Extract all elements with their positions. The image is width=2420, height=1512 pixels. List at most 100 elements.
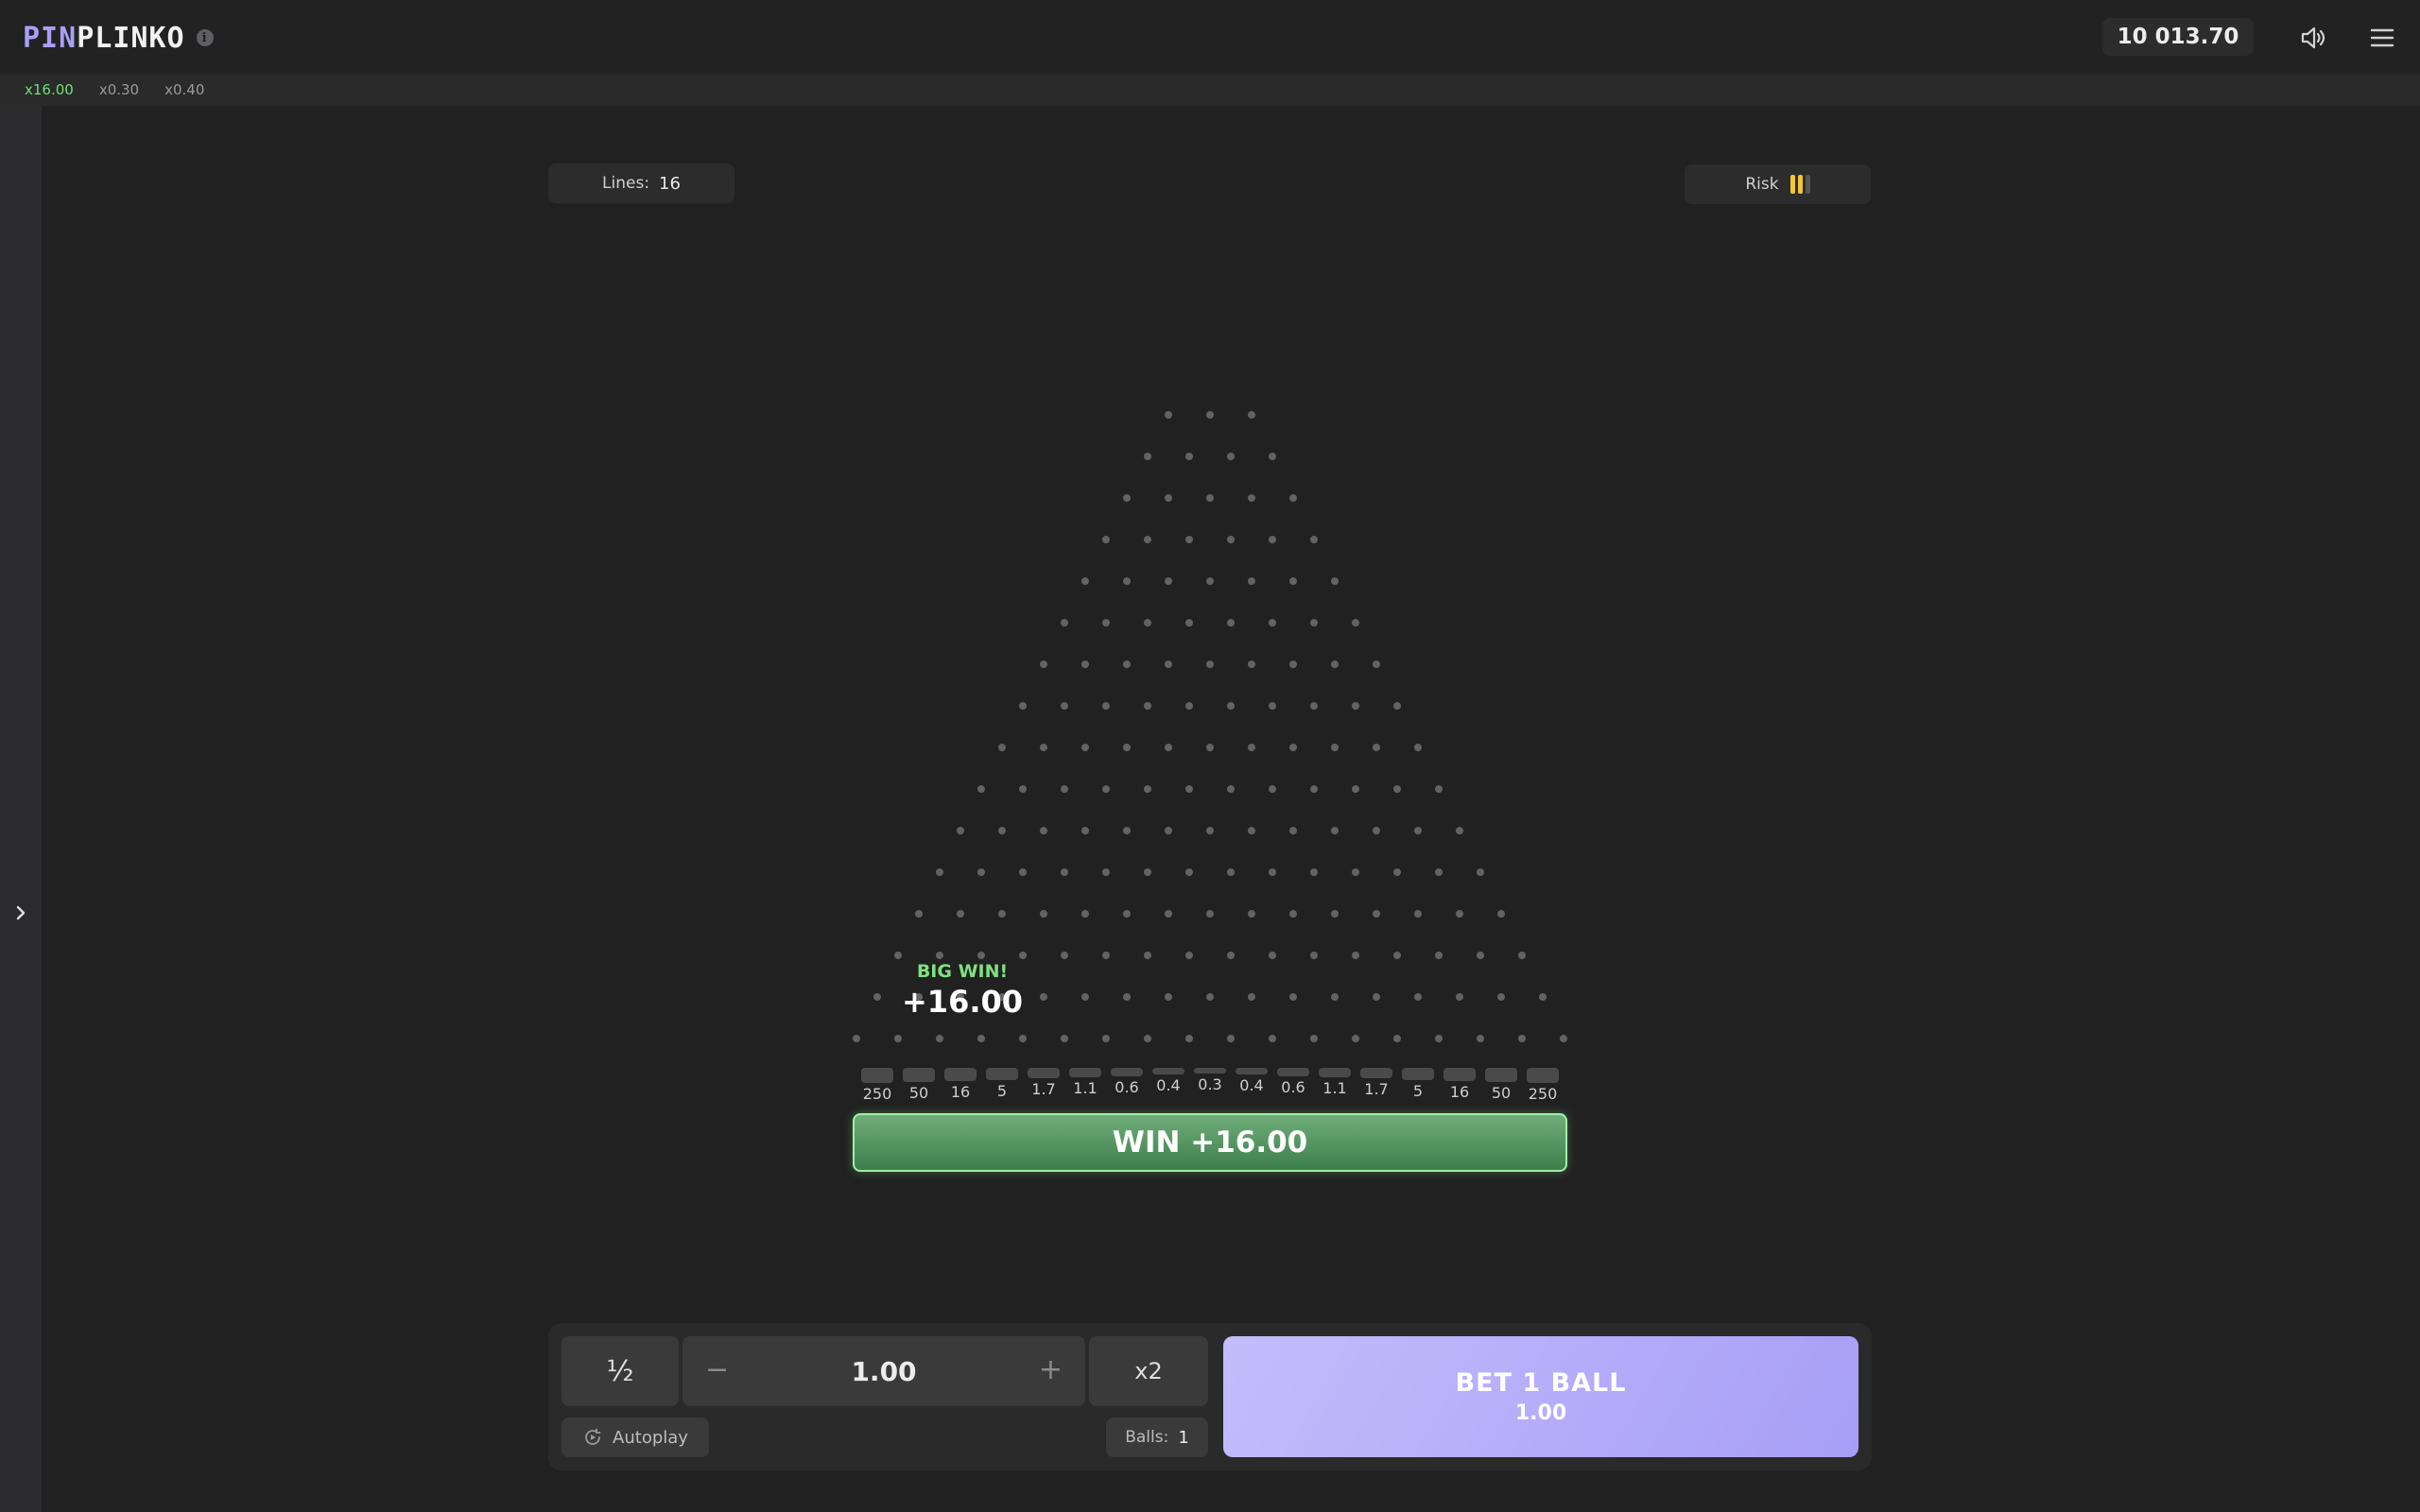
peg — [1019, 868, 1027, 876]
peg — [1477, 952, 1484, 959]
peg — [1539, 993, 1547, 1001]
logo-plinko-text: PLINKO — [77, 21, 185, 55]
peg — [1393, 702, 1401, 710]
peg — [1289, 910, 1297, 918]
peg — [1144, 868, 1151, 876]
multiplier-label: 0.3 — [1198, 1075, 1222, 1093]
bet-panel: ½ − 1.00 + x2 Autoplay Balls: 1 BET 1 BA… — [548, 1323, 1872, 1470]
peg — [1310, 619, 1318, 627]
peg — [1185, 952, 1193, 959]
multiplier-bucket — [986, 1068, 1018, 1080]
multiplier-bucket — [1194, 1068, 1226, 1074]
info-icon[interactable]: i — [196, 29, 214, 46]
sidebar-toggle-button[interactable] — [8, 900, 34, 926]
peg — [936, 868, 943, 876]
top-header: PIN PLINKO i 10 013.70 — [0, 0, 2420, 74]
peg — [1102, 536, 1110, 543]
peg — [1414, 993, 1422, 1001]
peg — [1227, 453, 1235, 460]
multiplier-bucket — [1319, 1068, 1351, 1077]
peg — [1102, 785, 1110, 793]
peg — [1081, 993, 1089, 1001]
peg — [936, 1035, 943, 1042]
peg — [1352, 1035, 1359, 1042]
peg — [1040, 910, 1047, 918]
peg — [1081, 910, 1089, 918]
risk-bar — [1789, 175, 1795, 194]
peg — [1289, 661, 1297, 668]
big-win-label: BIG WIN! — [916, 961, 1009, 982]
peg — [977, 868, 985, 876]
history-chip: x0.40 — [164, 81, 205, 98]
multiplier-label: 1.1 — [1322, 1079, 1347, 1097]
peg — [1248, 661, 1255, 668]
sound-button[interactable] — [2293, 19, 2331, 57]
peg — [998, 827, 1006, 834]
peg — [1310, 952, 1318, 959]
risk-selector[interactable]: Risk — [1685, 164, 1871, 204]
double-bet-button[interactable]: x2 — [1089, 1336, 1208, 1406]
multiplier-label: 0.4 — [1156, 1076, 1181, 1094]
multiplier-bucket — [1028, 1068, 1060, 1078]
peg — [1289, 744, 1297, 751]
peg — [1040, 827, 1047, 834]
peg — [1456, 993, 1463, 1001]
peg — [1248, 827, 1255, 834]
peg — [1123, 577, 1131, 585]
peg — [1269, 785, 1276, 793]
peg — [1206, 827, 1214, 834]
multiplier-bucket — [1360, 1068, 1392, 1078]
balls-selector[interactable]: Balls: 1 — [1106, 1418, 1208, 1457]
peg — [1144, 453, 1151, 460]
peg — [957, 827, 964, 834]
big-win-amount: +16.00 — [901, 984, 1024, 1020]
peg — [1081, 661, 1089, 668]
risk-label: Risk — [1745, 175, 1779, 194]
peg — [1310, 1035, 1318, 1042]
peg — [1373, 993, 1380, 1001]
autoplay-button[interactable]: Autoplay — [562, 1418, 709, 1457]
peg — [1248, 744, 1255, 751]
balance-display: 10 013.70 — [2102, 18, 2254, 56]
peg — [1102, 702, 1110, 710]
peg — [1269, 952, 1276, 959]
peg — [1144, 536, 1151, 543]
multiplier-bucket — [1152, 1068, 1184, 1074]
multiplier-label: 1.1 — [1073, 1079, 1098, 1097]
peg — [1477, 1035, 1484, 1042]
peg — [1165, 827, 1172, 834]
peg — [1185, 868, 1193, 876]
decrease-bet-button[interactable]: − — [705, 1353, 729, 1386]
bet-amount-input[interactable]: 1.00 — [851, 1356, 916, 1387]
peg — [1310, 536, 1318, 543]
peg — [1331, 910, 1339, 918]
increase-bet-button[interactable]: + — [1039, 1353, 1063, 1386]
risk-bar — [1797, 175, 1803, 194]
peg — [1435, 785, 1443, 793]
multiplier-label: 5 — [1412, 1082, 1424, 1100]
peg — [1102, 619, 1110, 627]
multiplier-bucket — [1277, 1068, 1309, 1076]
bet-button[interactable]: BET 1 BALL 1.00 — [1223, 1336, 1858, 1457]
menu-button[interactable] — [2363, 19, 2401, 57]
peg — [1227, 1035, 1235, 1042]
peg — [1185, 702, 1193, 710]
peg — [1102, 1035, 1110, 1042]
multiplier-label: 0.6 — [1115, 1078, 1139, 1096]
lines-value: 16 — [659, 173, 681, 194]
peg — [977, 785, 985, 793]
peg — [1144, 952, 1151, 959]
peg — [1185, 785, 1193, 793]
peg — [1061, 1035, 1068, 1042]
autoplay-label: Autoplay — [613, 1427, 688, 1448]
peg — [1040, 744, 1047, 751]
half-bet-button[interactable]: ½ — [562, 1336, 679, 1406]
peg — [1414, 744, 1422, 751]
peg — [1040, 993, 1047, 1001]
lines-selector[interactable]: Lines: 16 — [548, 163, 735, 203]
multiplier-bucket — [1236, 1068, 1268, 1074]
peg — [1165, 577, 1172, 585]
autoplay-icon — [582, 1427, 603, 1448]
balls-label: Balls: — [1125, 1428, 1169, 1447]
peg — [1206, 494, 1214, 502]
